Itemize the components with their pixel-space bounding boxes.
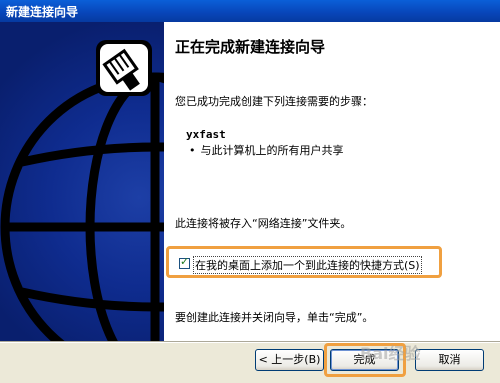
- window-title: 新建连接向导: [6, 5, 79, 19]
- shortcut-checkbox-label[interactable]: 在我的桌面上添加一个到此连接的快捷方式(S): [193, 256, 422, 274]
- wizard-side-banner: [0, 22, 164, 341]
- cancel-button[interactable]: 取消: [415, 349, 484, 371]
- connection-name: yxfast: [186, 128, 226, 141]
- shortcut-checkbox[interactable]: ✓: [179, 255, 190, 269]
- watermark-text: Bai经验: [360, 344, 421, 363]
- share-bullet-text: 与此计算机上的所有用户共享: [200, 144, 344, 157]
- share-bullet: • 与此计算机上的所有用户共享: [189, 142, 344, 158]
- title-bar[interactable]: 新建连接向导: [0, 0, 500, 22]
- button-separator: [0, 341, 500, 343]
- intro-text: 您已成功完成创建下列连接需要的步骤：: [175, 95, 373, 108]
- bullet-icon: •: [189, 144, 196, 157]
- network-plug-icon: [96, 40, 152, 96]
- wizard-window: 新建连接向导 正在完成新建连接向导 您已成功完成创建下列连接需要的步骤： yxf…: [0, 0, 500, 383]
- checkmark-icon: ✓: [180, 255, 190, 268]
- wizard-content: 正在完成新建连接向导 您已成功完成创建下列连接需要的步骤： yxfast • 与此…: [164, 22, 500, 341]
- shortcut-highlight: ✓ 在我的桌面上添加一个到此连接的快捷方式(S): [166, 246, 442, 278]
- page-title: 正在完成新建连接向导: [175, 38, 326, 56]
- globe-network-icon: [0, 40, 164, 341]
- save-location-note: 此连接将被存入“网络连接”文件夹。: [175, 217, 352, 230]
- finish-instruction: 要创建此连接并关闭向导，单击“完成”。: [175, 311, 374, 324]
- back-button[interactable]: < 上一步(B): [255, 349, 324, 371]
